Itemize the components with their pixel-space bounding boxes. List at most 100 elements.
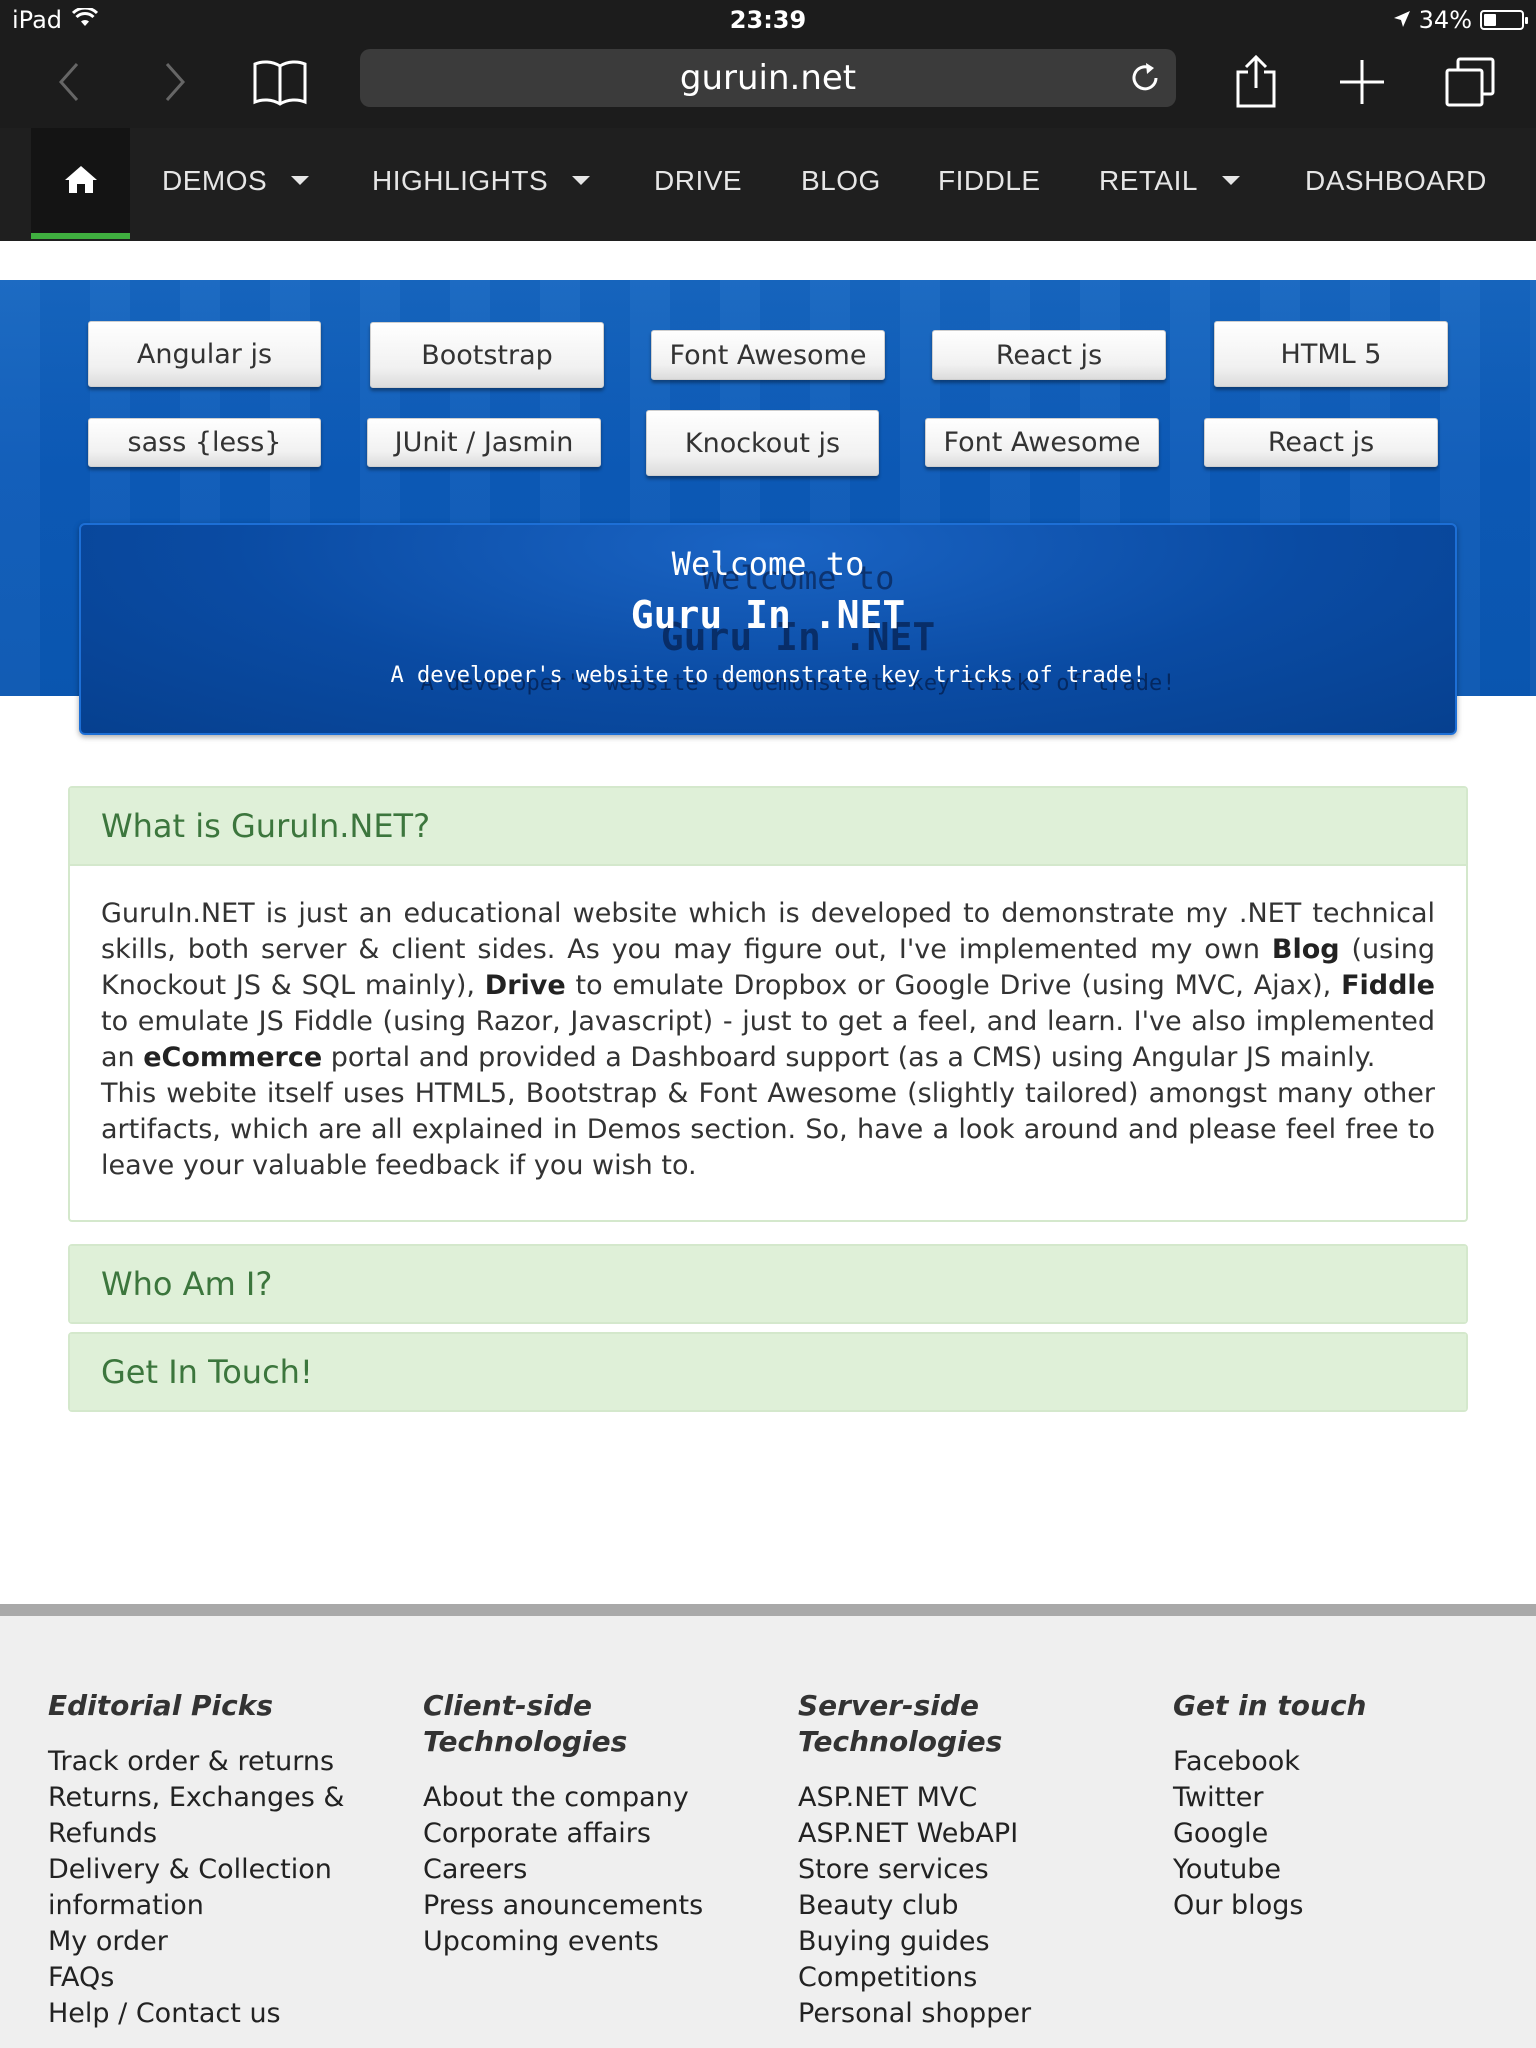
tabs-icon[interactable] (1438, 50, 1502, 114)
footer-col-client-side-title: Client-side Technologies (423, 1688, 753, 1760)
location-arrow-icon (1393, 6, 1411, 34)
nav-highlights-label: HIGHLIGHTS (372, 164, 549, 196)
battery-fill (1484, 14, 1496, 26)
panel-what-is: What is GuruIn.NET? GuruIn.NET is just a… (68, 786, 1468, 1222)
footer-link[interactable]: Personal shopper (798, 1996, 1128, 2032)
battery-percent: 34% (1418, 6, 1472, 34)
footer-link[interactable]: Refunds (48, 1816, 378, 1852)
intro-fiddle: Fiddle (1341, 970, 1435, 1001)
site-navbar: DEMOS HIGHLIGHTS DRIVE BLOG FIDDLE RETAI… (0, 128, 1536, 241)
footer-title-line2: Technologies (798, 1725, 1003, 1758)
intro-ecommerce: eCommerce (143, 1042, 323, 1073)
welcome-tagline: A developer's website to demonstrate key… (390, 663, 1146, 688)
footer-link[interactable]: Careers (423, 1852, 753, 1888)
tech-button-junit-jasmine[interactable]: JUnit / Jasmin (367, 418, 601, 467)
footer-link[interactable]: Competitions (798, 1960, 1128, 1996)
tech-button-font-awesome[interactable]: Font Awesome (651, 330, 885, 380)
footer-link-twitter[interactable]: Twitter (1173, 1780, 1503, 1816)
footer-link-facebook[interactable]: Facebook (1173, 1744, 1503, 1780)
footer-link[interactable]: ASP.NET MVC (798, 1780, 1128, 1816)
tech-button-angular[interactable]: Angular js (88, 321, 321, 387)
panel-what-is-header[interactable]: What is GuruIn.NET? (70, 788, 1466, 864)
nav-demos[interactable]: DEMOS (162, 128, 310, 233)
footer-link[interactable]: Returns, Exchanges & (48, 1780, 378, 1816)
nav-drive-label: DRIVE (654, 164, 743, 196)
footer-link[interactable]: ASP.NET WebAPI (798, 1816, 1128, 1852)
intro-blog: Blog (1271, 934, 1340, 965)
tech-button-font-awesome-2[interactable]: Font Awesome (925, 418, 1159, 467)
caret-down-icon (291, 176, 310, 185)
welcome-box: Welcome to Guru In .NET A developer's we… (79, 523, 1457, 735)
panel-get-in-touch-title: Get In Touch! (101, 1353, 313, 1391)
panel-what-is-body: GuruIn.NET is just an educational websit… (70, 864, 1466, 1220)
new-tab-icon[interactable] (1330, 50, 1394, 114)
address-bar[interactable]: guruin.net (360, 49, 1176, 107)
browser-toolbar: guruin.net (0, 40, 1536, 128)
footer-link[interactable]: About the company (423, 1780, 753, 1816)
welcome-line1: Welcome to (671, 545, 865, 583)
welcome-title: Guru In .NET (630, 593, 906, 637)
panel-who-am-i-header[interactable]: Who Am I? (70, 1246, 1466, 1322)
forward-icon[interactable] (142, 50, 206, 114)
nav-home[interactable] (31, 128, 130, 239)
footer-link[interactable]: Corporate affairs (423, 1816, 753, 1852)
tech-button-react[interactable]: React js (932, 330, 1166, 380)
panel-who-am-i[interactable]: Who Am I? (68, 1244, 1468, 1324)
footer-link[interactable]: information (48, 1888, 378, 1924)
tech-button-sass-less[interactable]: sass {less} (88, 418, 321, 467)
footer-link-blogs[interactable]: Our blogs (1173, 1888, 1503, 1924)
intro-drive: Drive (484, 970, 566, 1001)
footer-link[interactable]: Buying guides (798, 1924, 1128, 1960)
tech-button-react-2[interactable]: React js (1204, 418, 1438, 467)
footer-link[interactable]: Beauty club (798, 1888, 1128, 1924)
status-right: 34% (1393, 6, 1528, 34)
caret-down-icon (572, 176, 591, 185)
footer-title-line1: Server-side (798, 1689, 979, 1722)
nav-retail[interactable]: RETAIL (1099, 128, 1240, 233)
footer-title-line2: Technologies (423, 1725, 628, 1758)
tech-button-bootstrap[interactable]: Bootstrap (370, 322, 604, 388)
nav-dashboard-label: DASHBOARD (1305, 164, 1487, 196)
footer: Editorial Picks Track order & returns Re… (0, 1604, 1536, 2048)
intro-text-1: GuruIn.NET is just an educational websit… (101, 898, 1435, 965)
tech-button-knockout[interactable]: Knockout js (646, 410, 879, 476)
nav-highlights[interactable]: HIGHLIGHTS (372, 128, 591, 233)
footer-link[interactable]: Press anouncements (423, 1888, 753, 1924)
panel-who-am-i-title: Who Am I? (101, 1265, 273, 1303)
website-paragraph: This webite itself uses HTML5, Bootstrap… (101, 1078, 1435, 1181)
panel-get-in-touch-header[interactable]: Get In Touch! (70, 1334, 1466, 1410)
footer-link[interactable]: Upcoming events (423, 1924, 753, 1960)
footer-link[interactable]: Store services (798, 1852, 1128, 1888)
footer-col-editorial-title: Editorial Picks (48, 1689, 274, 1722)
tech-button-html5[interactable]: HTML 5 (1214, 321, 1448, 387)
footer-col-get-in-touch-title: Get in touch (1173, 1689, 1367, 1722)
footer-link[interactable]: Help / Contact us (48, 1996, 378, 2032)
intro-paragraph: GuruIn.NET is just an educational websit… (101, 896, 1435, 1076)
nav-dashboard[interactable]: DASHBOARD (1305, 128, 1487, 233)
footer-link[interactable]: Track order & returns (48, 1744, 378, 1780)
footer-link[interactable]: My order (48, 1924, 378, 1960)
footer-link[interactable]: Delivery & Collection (48, 1852, 378, 1888)
intro-text-3: to emulate Dropbox or Google Drive (usin… (565, 970, 1342, 1001)
status-time: 23:39 (729, 6, 807, 34)
battery-icon (1480, 10, 1528, 30)
nav-demos-label: DEMOS (162, 164, 268, 196)
nav-blog-label: BLOG (801, 164, 881, 196)
footer-title-line1: Client-side (423, 1689, 592, 1722)
footer-link-google[interactable]: Google (1173, 1816, 1503, 1852)
footer-link-youtube[interactable]: Youtube (1173, 1852, 1503, 1888)
panel-get-in-touch[interactable]: Get In Touch! (68, 1332, 1468, 1412)
intro-text-5: portal and provided a Dashboard support … (322, 1042, 1376, 1073)
bookmarks-icon[interactable] (248, 50, 312, 114)
nav-retail-label: RETAIL (1099, 164, 1198, 196)
footer-link[interactable]: FAQs (48, 1960, 378, 1996)
panel-what-is-title: What is GuruIn.NET? (101, 807, 431, 845)
nav-blog[interactable]: BLOG (801, 128, 881, 233)
back-icon[interactable] (38, 50, 102, 114)
home-icon (64, 164, 98, 198)
nav-fiddle[interactable]: FIDDLE (938, 128, 1041, 233)
reload-icon[interactable] (1128, 61, 1162, 95)
caret-down-icon (1221, 176, 1240, 185)
nav-drive[interactable]: DRIVE (654, 128, 742, 233)
share-icon[interactable] (1224, 50, 1288, 114)
